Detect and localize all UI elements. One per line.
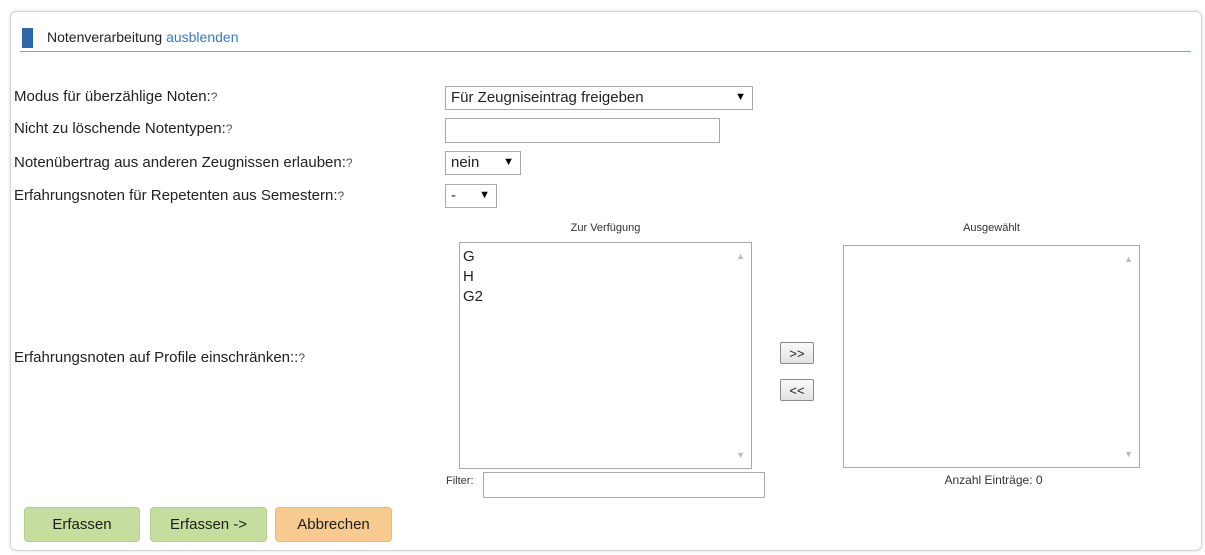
remove-selected-button[interactable]: << bbox=[780, 379, 814, 401]
selected-count: Anzahl Einträge: 0 bbox=[944, 473, 1043, 487]
abbrechen-button[interactable]: Abbrechen bbox=[275, 507, 392, 542]
filter-label: Filter: bbox=[446, 475, 474, 487]
uebertrag-select[interactable]: nein ▼ bbox=[445, 151, 521, 175]
add-selected-button[interactable]: >> bbox=[780, 342, 814, 364]
modus-select-value: Für Zeugniseintrag freigeben bbox=[451, 89, 644, 106]
list-item[interactable]: G bbox=[460, 247, 751, 267]
section-header: Notenverarbeitung ausblenden bbox=[20, 26, 1191, 52]
notentypen-label: Nicht zu löschende Notentypen:? bbox=[14, 120, 232, 137]
erfassen-next-button[interactable]: Erfassen -> bbox=[150, 507, 267, 542]
help-icon[interactable]: ? bbox=[338, 189, 345, 203]
profile-label-text: Erfahrungsnoten auf Profile einschränken… bbox=[14, 349, 299, 366]
repetenten-select-value: - bbox=[451, 187, 456, 204]
scroll-up-icon[interactable]: ▲ bbox=[1124, 254, 1133, 264]
selected-header: Ausgewählt bbox=[963, 222, 1020, 234]
list-item[interactable]: G2 bbox=[460, 287, 751, 307]
list-item[interactable]: H bbox=[460, 267, 751, 287]
filter-input[interactable] bbox=[483, 472, 765, 498]
selected-list[interactable]: ▲ ▼ bbox=[843, 245, 1140, 468]
available-header: Zur Verfügung bbox=[570, 222, 641, 234]
uebertrag-select-value: nein bbox=[451, 154, 480, 171]
notentypen-label-text: Nicht zu löschende Notentypen: bbox=[14, 120, 226, 137]
profile-label: Erfahrungsnoten auf Profile einschränken… bbox=[14, 349, 305, 366]
repetenten-select[interactable]: - ▼ bbox=[445, 184, 497, 208]
uebertrag-label-text: Notenübertrag aus anderen Zeugnissen erl… bbox=[14, 154, 346, 171]
header-accent-bar bbox=[22, 28, 33, 48]
help-icon[interactable]: ? bbox=[211, 90, 218, 104]
uebertrag-label: Notenübertrag aus anderen Zeugnissen erl… bbox=[14, 154, 353, 171]
scroll-down-icon[interactable]: ▼ bbox=[1124, 449, 1133, 459]
section-title: Notenverarbeitung ausblenden bbox=[47, 29, 238, 45]
available-items: G H G2 bbox=[460, 243, 751, 307]
scroll-down-icon[interactable]: ▼ bbox=[736, 450, 745, 460]
modus-label-text: Modus für überzählige Noten: bbox=[14, 88, 211, 105]
help-icon[interactable]: ? bbox=[226, 122, 233, 136]
help-icon[interactable]: ? bbox=[346, 156, 353, 170]
available-list[interactable]: G H G2 ▲ ▼ bbox=[459, 242, 752, 469]
modus-select[interactable]: Für Zeugniseintrag freigeben ▼ bbox=[445, 86, 753, 110]
section-title-text: Notenverarbeitung bbox=[47, 29, 163, 45]
dropdown-arrow-icon: ▼ bbox=[503, 156, 514, 168]
notentypen-input[interactable] bbox=[445, 118, 720, 143]
scroll-up-icon[interactable]: ▲ bbox=[736, 251, 745, 261]
help-icon[interactable]: ? bbox=[298, 351, 305, 365]
dropdown-arrow-icon: ▼ bbox=[735, 91, 746, 103]
modus-label: Modus für überzählige Noten:? bbox=[14, 88, 217, 105]
repetenten-label: Erfahrungsnoten für Repetenten aus Semes… bbox=[14, 187, 344, 204]
dropdown-arrow-icon: ▼ bbox=[479, 189, 490, 201]
hide-section-link[interactable]: ausblenden bbox=[166, 29, 238, 45]
repetenten-label-text: Erfahrungsnoten für Repetenten aus Semes… bbox=[14, 187, 338, 204]
erfassen-button[interactable]: Erfassen bbox=[24, 507, 140, 542]
